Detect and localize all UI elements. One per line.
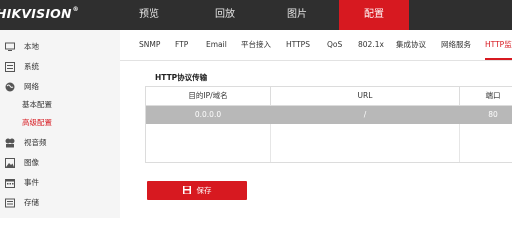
tab-qos[interactable]: QoS <box>327 30 342 60</box>
tab-platform-access[interactable]: 平台接入 <box>241 30 271 60</box>
http-transfer-table: 目的IP/域名 URL 端口 0.0.0.0 / 80 <box>145 86 512 163</box>
image-icon <box>5 158 15 168</box>
cell-url: / <box>363 110 367 119</box>
tab-http-listening[interactable]: HTTP监 <box>485 30 512 60</box>
column-divider <box>270 124 271 162</box>
tab-email[interactable]: Email <box>206 30 227 60</box>
config-tab-bar: SNMP FTP Email 平台接入 HTTPS QoS 802.1x 集成协… <box>120 30 512 61</box>
sidebar-item-storage[interactable]: 存储 <box>0 194 120 212</box>
sidebar-item-local[interactable]: 本地 <box>0 38 120 56</box>
nav-picture[interactable]: 图片 <box>268 0 326 30</box>
sidebar-subitem-basic-config[interactable]: 基本配置 <box>22 97 52 113</box>
sidebar-subitem-advanced-config[interactable]: 高级配置 <box>22 115 52 131</box>
table-row[interactable]: 0.0.0.0 / 80 <box>146 106 512 124</box>
sidebar: 本地 系统 网络 基本配置 高级配置 视音频 图像 事件 存储 <box>0 30 120 218</box>
cell-destination: 0.0.0.0 <box>194 110 222 119</box>
sidebar-item-video-audio[interactable]: 视音频 <box>0 134 120 152</box>
nav-preview[interactable]: 预览 <box>120 0 178 30</box>
top-navigation-bar: HIKVISION® 预览 回放 图片 配置 <box>0 0 512 30</box>
sidebar-item-system[interactable]: 系统 <box>0 58 120 76</box>
system-icon <box>5 62 15 72</box>
storage-icon <box>5 198 15 208</box>
section-title: HTTP协议传输 <box>155 73 208 82</box>
column-header-port: 端口 <box>460 87 512 106</box>
sidebar-item-event[interactable]: 事件 <box>0 174 120 192</box>
tab-https[interactable]: HTTPS <box>286 30 310 60</box>
tab-ftp[interactable]: FTP <box>175 30 188 60</box>
column-header-destination: 目的IP/域名 <box>146 87 271 106</box>
hikvision-logo: HIKVISION® <box>0 6 79 21</box>
save-icon <box>182 186 191 194</box>
sidebar-item-network[interactable]: 网络 <box>0 78 120 96</box>
nav-configuration[interactable]: 配置 <box>339 0 409 30</box>
nav-playback[interactable]: 回放 <box>196 0 254 30</box>
video-audio-icon <box>5 138 15 148</box>
column-divider <box>459 124 460 162</box>
sidebar-item-image[interactable]: 图像 <box>0 154 120 172</box>
tab-integration-protocol[interactable]: 集成协议 <box>396 30 426 60</box>
tab-8021x[interactable]: 802.1x <box>358 30 384 60</box>
column-header-url: URL <box>271 87 460 106</box>
tab-network-service[interactable]: 网络服务 <box>441 30 471 60</box>
calendar-icon <box>5 179 15 188</box>
tab-snmp[interactable]: SNMP <box>139 30 160 60</box>
monitor-icon <box>5 42 15 51</box>
cell-port: 80 <box>488 110 498 119</box>
globe-icon <box>5 82 15 92</box>
save-button[interactable]: 保存 <box>147 181 247 200</box>
